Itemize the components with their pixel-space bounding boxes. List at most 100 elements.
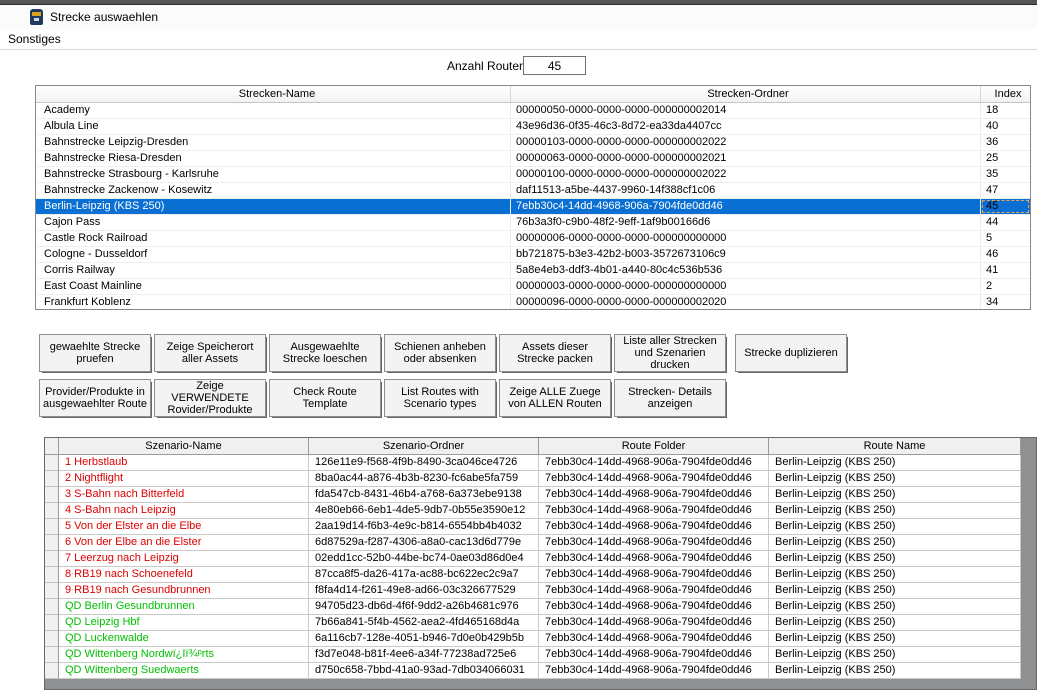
- scenario-cell-route_folder[interactable]: 7ebb30c4-14dd-4968-906a-7904fde0dd46: [539, 583, 769, 599]
- route-cell-index[interactable]: 40: [981, 119, 1030, 134]
- row-header[interactable]: [45, 631, 59, 647]
- row-header[interactable]: [45, 583, 59, 599]
- route-cell-folder[interactable]: 7ebb30c4-14dd-4968-906a-7904fde0dd46: [511, 199, 981, 214]
- table-row[interactable]: 7 Leerzug nach Leipzig02edd1cc-52b0-44be…: [45, 551, 1036, 567]
- scenario-cell-folder[interactable]: 87cca8f5-da26-417a-ac88-bc622ec2c9a7: [309, 567, 539, 583]
- route-cell-index[interactable]: 47: [981, 183, 1030, 198]
- table-row[interactable]: Bahnstrecke Leipzig-Dresden00000103-0000…: [36, 135, 1030, 151]
- route-cell-folder[interactable]: 00000006-0000-0000-0000-000000000000: [511, 231, 981, 246]
- scenario-cell-name[interactable]: 3 S-Bahn nach Bitterfeld: [59, 487, 309, 503]
- route-cell-name[interactable]: East Coast Mainline: [36, 279, 511, 294]
- row-header[interactable]: [45, 503, 59, 519]
- scenario-cell-route_name[interactable]: Berlin-Leipzig (KBS 250): [769, 551, 1021, 567]
- scenario-cell-route_name[interactable]: Berlin-Leipzig (KBS 250): [769, 455, 1021, 471]
- route-cell-name[interactable]: Castle Rock Railroad: [36, 231, 511, 246]
- btn-liste-aller-strecken-und-szenarien-drucken[interactable]: Liste aller Strecken und Szenarien druck…: [614, 334, 726, 372]
- route-cell-name[interactable]: Cajon Pass: [36, 215, 511, 230]
- route-cell-folder[interactable]: 00000096-0000-0000-0000-000000002020: [511, 295, 981, 310]
- row-header[interactable]: [45, 615, 59, 631]
- route-cell-folder[interactable]: 00000063-0000-0000-0000-000000002021: [511, 151, 981, 166]
- scenario-cell-route_folder[interactable]: 7ebb30c4-14dd-4968-906a-7904fde0dd46: [539, 503, 769, 519]
- route-cell-name[interactable]: Cologne - Dusseldorf: [36, 247, 511, 262]
- scenario-cell-folder[interactable]: 6d87529a-f287-4306-a8a0-cac13d6d779e: [309, 535, 539, 551]
- row-header[interactable]: [45, 567, 59, 583]
- row-header[interactable]: [45, 599, 59, 615]
- route-cell-name[interactable]: Bahnstrecke Strasbourg - Karlsruhe: [36, 167, 511, 182]
- scenario-cell-folder[interactable]: f3d7e048-b81f-4ee6-a34f-77238ad725e6: [309, 647, 539, 663]
- btn-provider-produkte-in-ausgewaehlter-route[interactable]: Provider/Produkte in ausgewaehlter Route: [39, 379, 151, 417]
- table-row[interactable]: QD Luckenwalde6a116cb7-128e-4051-b946-7d…: [45, 631, 1036, 647]
- scenario-cell-route_folder[interactable]: 7ebb30c4-14dd-4968-906a-7904fde0dd46: [539, 455, 769, 471]
- table-row[interactable]: 8 RB19 nach Schoenefeld87cca8f5-da26-417…: [45, 567, 1036, 583]
- scenario-cell-folder[interactable]: fda547cb-8431-46b4-a768-6a373ebe9138: [309, 487, 539, 503]
- route-cell-folder[interactable]: 5a8e4eb3-ddf3-4b01-a440-80c4c536b536: [511, 263, 981, 278]
- scenario-cell-folder[interactable]: 94705d23-db6d-4f6f-9dd2-a26b4681c976: [309, 599, 539, 615]
- scenario-cell-name[interactable]: 6 Von der Elbe an die Elster: [59, 535, 309, 551]
- route-cell-name[interactable]: Frankfurt Koblenz: [36, 295, 511, 310]
- scenario-cell-name[interactable]: 1 Herbstlaub: [59, 455, 309, 471]
- btn-zeige-alle-zuege-von-allen-routen[interactable]: Zeige ALLE Zuege von ALLEN Routen: [499, 379, 611, 417]
- row-header[interactable]: [45, 551, 59, 567]
- route-cell-name[interactable]: Berlin-Leipzig (KBS 250): [36, 199, 511, 214]
- btn-zeige-verwendete-rovider-produkte[interactable]: Zeige VERWENDETE Rovider/Produkte: [154, 379, 266, 417]
- route-cell-folder[interactable]: 76b3a3f0-c9b0-48f2-9eff-1af9b00166d6: [511, 215, 981, 230]
- scenario-cell-route_folder[interactable]: 7ebb30c4-14dd-4968-906a-7904fde0dd46: [539, 647, 769, 663]
- table-row[interactable]: Bahnstrecke Riesa-Dresden00000063-0000-0…: [36, 151, 1030, 167]
- route-cell-folder[interactable]: 00000003-0000-0000-0000-000000000000: [511, 279, 981, 294]
- scenario-cell-folder[interactable]: d750c658-7bbd-41a0-93ad-7db034066031: [309, 663, 539, 679]
- route-cell-name[interactable]: Bahnstrecke Leipzig-Dresden: [36, 135, 511, 150]
- route-cell-name[interactable]: Corris Railway: [36, 263, 511, 278]
- scenario-cell-folder[interactable]: 6a116cb7-128e-4051-b946-7d0e0b429b5b: [309, 631, 539, 647]
- table-row[interactable]: 1 Herbstlaub126e11e9-f568-4f9b-8490-3ca0…: [45, 455, 1036, 471]
- scenario-cell-route_name[interactable]: Berlin-Leipzig (KBS 250): [769, 535, 1021, 551]
- table-row[interactable]: 3 S-Bahn nach Bitterfeldfda547cb-8431-46…: [45, 487, 1036, 503]
- route-cell-index[interactable]: 45: [981, 199, 1030, 214]
- scenario-cell-route_name[interactable]: Berlin-Leipzig (KBS 250): [769, 487, 1021, 503]
- scenario-cell-route_folder[interactable]: 7ebb30c4-14dd-4968-906a-7904fde0dd46: [539, 519, 769, 535]
- scenario-cell-folder[interactable]: 8ba0ac44-a876-4b3b-8230-fc6abe5fa759: [309, 471, 539, 487]
- route-cell-index[interactable]: 18: [981, 103, 1030, 118]
- route-cell-name[interactable]: Bahnstrecke Riesa-Dresden: [36, 151, 511, 166]
- column-header-strecken-ordner[interactable]: Strecken-Ordner: [511, 86, 981, 102]
- scenario-cell-name[interactable]: 4 S-Bahn nach Leipzig: [59, 503, 309, 519]
- route-cell-index[interactable]: 36: [981, 135, 1030, 150]
- btn-zeige-speicherort-aller-assets[interactable]: Zeige Speicherort aller Assets: [154, 334, 266, 372]
- row-header[interactable]: [45, 535, 59, 551]
- scenario-cell-route_name[interactable]: Berlin-Leipzig (KBS 250): [769, 663, 1021, 679]
- anzahl-routen-input[interactable]: [523, 56, 586, 75]
- scenario-cell-route_folder[interactable]: 7ebb30c4-14dd-4968-906a-7904fde0dd46: [539, 615, 769, 631]
- btn-gewaehlte-strecke-pruefen[interactable]: gewaehlte Strecke pruefen: [39, 334, 151, 372]
- table-row[interactable]: Bahnstrecke Strasbourg - Karlsruhe000001…: [36, 167, 1030, 183]
- table-row[interactable]: East Coast Mainline00000003-0000-0000-00…: [36, 279, 1030, 295]
- menu-item-sonstiges[interactable]: Sonstiges: [0, 30, 69, 48]
- btn-assets-dieser-strecke-packen[interactable]: Assets dieser Strecke packen: [499, 334, 611, 372]
- route-cell-folder[interactable]: 00000103-0000-0000-0000-000000002022: [511, 135, 981, 150]
- table-row[interactable]: Albula Line43e96d36-0f35-46c3-8d72-ea33d…: [36, 119, 1030, 135]
- scenario-cell-name[interactable]: QD Wittenberg Nordwï¿Iï¾ᵖrts: [59, 647, 309, 663]
- table-row[interactable]: Cajon Pass76b3a3f0-c9b0-48f2-9eff-1af9b0…: [36, 215, 1030, 231]
- route-cell-index[interactable]: 5: [981, 231, 1030, 246]
- row-header[interactable]: [45, 647, 59, 663]
- row-header[interactable]: [45, 519, 59, 535]
- scenario-cell-route_folder[interactable]: 7ebb30c4-14dd-4968-906a-7904fde0dd46: [539, 551, 769, 567]
- scenario-cell-route_folder[interactable]: 7ebb30c4-14dd-4968-906a-7904fde0dd46: [539, 567, 769, 583]
- scenario-cell-route_folder[interactable]: 7ebb30c4-14dd-4968-906a-7904fde0dd46: [539, 471, 769, 487]
- route-cell-index[interactable]: 44: [981, 215, 1030, 230]
- scenario-cell-route_name[interactable]: Berlin-Leipzig (KBS 250): [769, 503, 1021, 519]
- scenario-cell-route_name[interactable]: Berlin-Leipzig (KBS 250): [769, 615, 1021, 631]
- table-row[interactable]: QD Wittenberg Suedwaertsd750c658-7bbd-41…: [45, 663, 1036, 679]
- scenario-cell-route_folder[interactable]: 7ebb30c4-14dd-4968-906a-7904fde0dd46: [539, 599, 769, 615]
- route-cell-name[interactable]: Albula Line: [36, 119, 511, 134]
- route-cell-folder[interactable]: 00000100-0000-0000-0000-000000002022: [511, 167, 981, 182]
- route-cell-folder[interactable]: daf11513-a5be-4437-9960-14f388cf1c06: [511, 183, 981, 198]
- scenario-cell-folder[interactable]: 126e11e9-f568-4f9b-8490-3ca046ce4726: [309, 455, 539, 471]
- table-row[interactable]: Frankfurt Koblenz00000096-0000-0000-0000…: [36, 295, 1030, 310]
- table-row[interactable]: 2 Nightflight8ba0ac44-a876-4b3b-8230-fc6…: [45, 471, 1036, 487]
- scenario-cell-route_folder[interactable]: 7ebb30c4-14dd-4968-906a-7904fde0dd46: [539, 663, 769, 679]
- row-header[interactable]: [45, 663, 59, 679]
- scenario-cell-route_name[interactable]: Berlin-Leipzig (KBS 250): [769, 647, 1021, 663]
- route-cell-index[interactable]: 25: [981, 151, 1030, 166]
- column-header-route-folder[interactable]: Route Folder: [539, 438, 769, 455]
- column-header-strecken-name[interactable]: Strecken-Name: [36, 86, 511, 102]
- column-header-index[interactable]: Index: [981, 86, 1030, 102]
